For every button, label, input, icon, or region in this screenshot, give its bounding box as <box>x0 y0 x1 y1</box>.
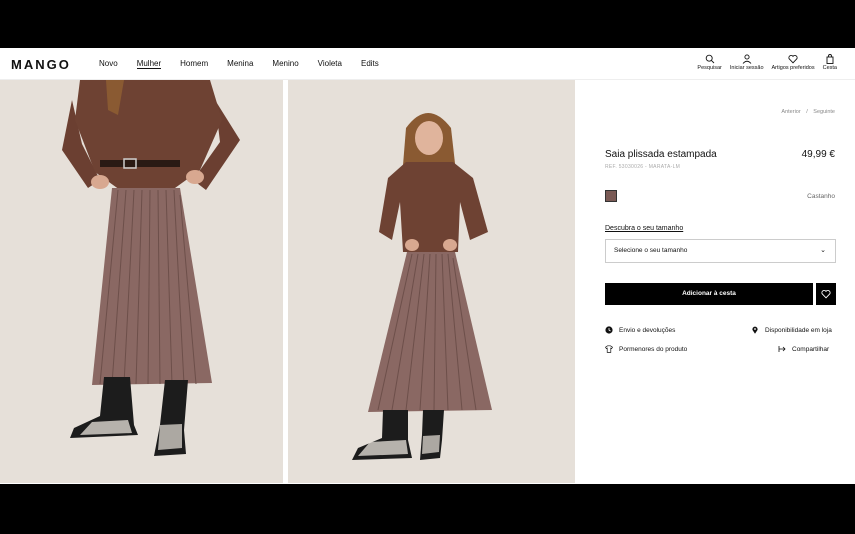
main-nav: Novo Mulher Homem Menina Menino Violeta … <box>99 59 398 69</box>
nav-item-homem[interactable]: Homem <box>180 59 208 69</box>
product-reference: REF. 53030026 - MARATA-LM <box>605 164 681 170</box>
heart-icon <box>821 290 831 299</box>
cart-button[interactable]: Cesta <box>823 54 837 71</box>
product-details-link[interactable]: Pormenores do produto <box>605 345 687 353</box>
site-header: MANGO Novo Mulher Homem Menina Menino Vi… <box>0 48 855 80</box>
nav-item-violeta[interactable]: Violeta <box>318 59 342 69</box>
nav-item-menina[interactable]: Menina <box>227 59 253 69</box>
login-label: Iniciar sessão <box>729 65 764 71</box>
add-to-favorites-button[interactable] <box>816 283 836 305</box>
size-guide-link[interactable]: Descubra o seu tamanho <box>605 225 683 232</box>
breadcrumb-separator: / <box>806 109 808 115</box>
model-fullbody-image <box>288 80 575 483</box>
favorites-button[interactable]: Artigos preferidos <box>772 54 815 71</box>
model-closeup-image <box>0 80 283 483</box>
add-to-cart-button[interactable]: Adicionar à cesta <box>605 283 813 305</box>
shipping-link-label: Envio e devoluções <box>619 326 676 334</box>
product-page: MANGO Novo Mulher Homem Menina Menino Vi… <box>0 48 855 484</box>
color-swatch[interactable] <box>605 190 617 202</box>
share-label: Compartilhar <box>792 345 830 353</box>
nav-item-edits[interactable]: Edits <box>361 59 379 69</box>
breadcrumb: Anterior / Seguinte <box>781 109 835 115</box>
login-button[interactable]: Iniciar sessão <box>730 54 764 71</box>
favorites-label: Artigos preferidos <box>771 65 815 71</box>
chevron-down-icon: ⌄ <box>820 247 826 254</box>
size-select[interactable]: Selecione o seu tamanho ⌄ <box>605 239 836 263</box>
store-availability-label: Disponibilidade em loja <box>765 326 832 334</box>
color-name: Castanho <box>807 193 835 200</box>
search-icon <box>705 54 714 64</box>
clock-icon <box>605 326 613 334</box>
share-icon <box>778 346 786 352</box>
product-photo-1[interactable] <box>0 80 283 483</box>
store-availability-link[interactable]: Disponibilidade em loja <box>751 326 832 334</box>
nav-item-mulher[interactable]: Mulher <box>136 59 162 69</box>
nav-item-novo[interactable]: Novo <box>99 59 118 69</box>
product-info-panel: Anterior / Seguinte Saia plissada estamp… <box>576 80 855 483</box>
brand-logo[interactable]: MANGO <box>11 57 71 72</box>
search-label: Pesquisar <box>697 65 722 71</box>
shipping-link[interactable]: Envio e devoluções <box>605 326 675 334</box>
shirt-icon <box>605 345 613 353</box>
product-photo-2[interactable] <box>288 80 575 483</box>
share-link[interactable]: Compartilhar <box>778 345 829 353</box>
user-icon <box>742 54 752 64</box>
search-button[interactable]: Pesquisar <box>697 54 722 71</box>
next-link[interactable]: Seguinte <box>813 109 835 115</box>
size-select-placeholder: Selecione o seu tamanho <box>614 247 688 254</box>
bag-icon <box>826 54 834 64</box>
location-pin-icon <box>752 326 758 334</box>
prev-link[interactable]: Anterior <box>781 109 800 115</box>
product-title: Saia plissada estampada <box>605 149 717 160</box>
header-tools: Pesquisar Iniciar sessão Artigos preferi… <box>697 54 837 71</box>
product-price: 49,99 € <box>801 149 835 160</box>
product-details-label: Pormenores do produto <box>619 345 688 353</box>
heart-icon <box>788 55 798 64</box>
nav-item-menino[interactable]: Menino <box>272 59 298 69</box>
cart-label: Cesta <box>822 65 837 71</box>
